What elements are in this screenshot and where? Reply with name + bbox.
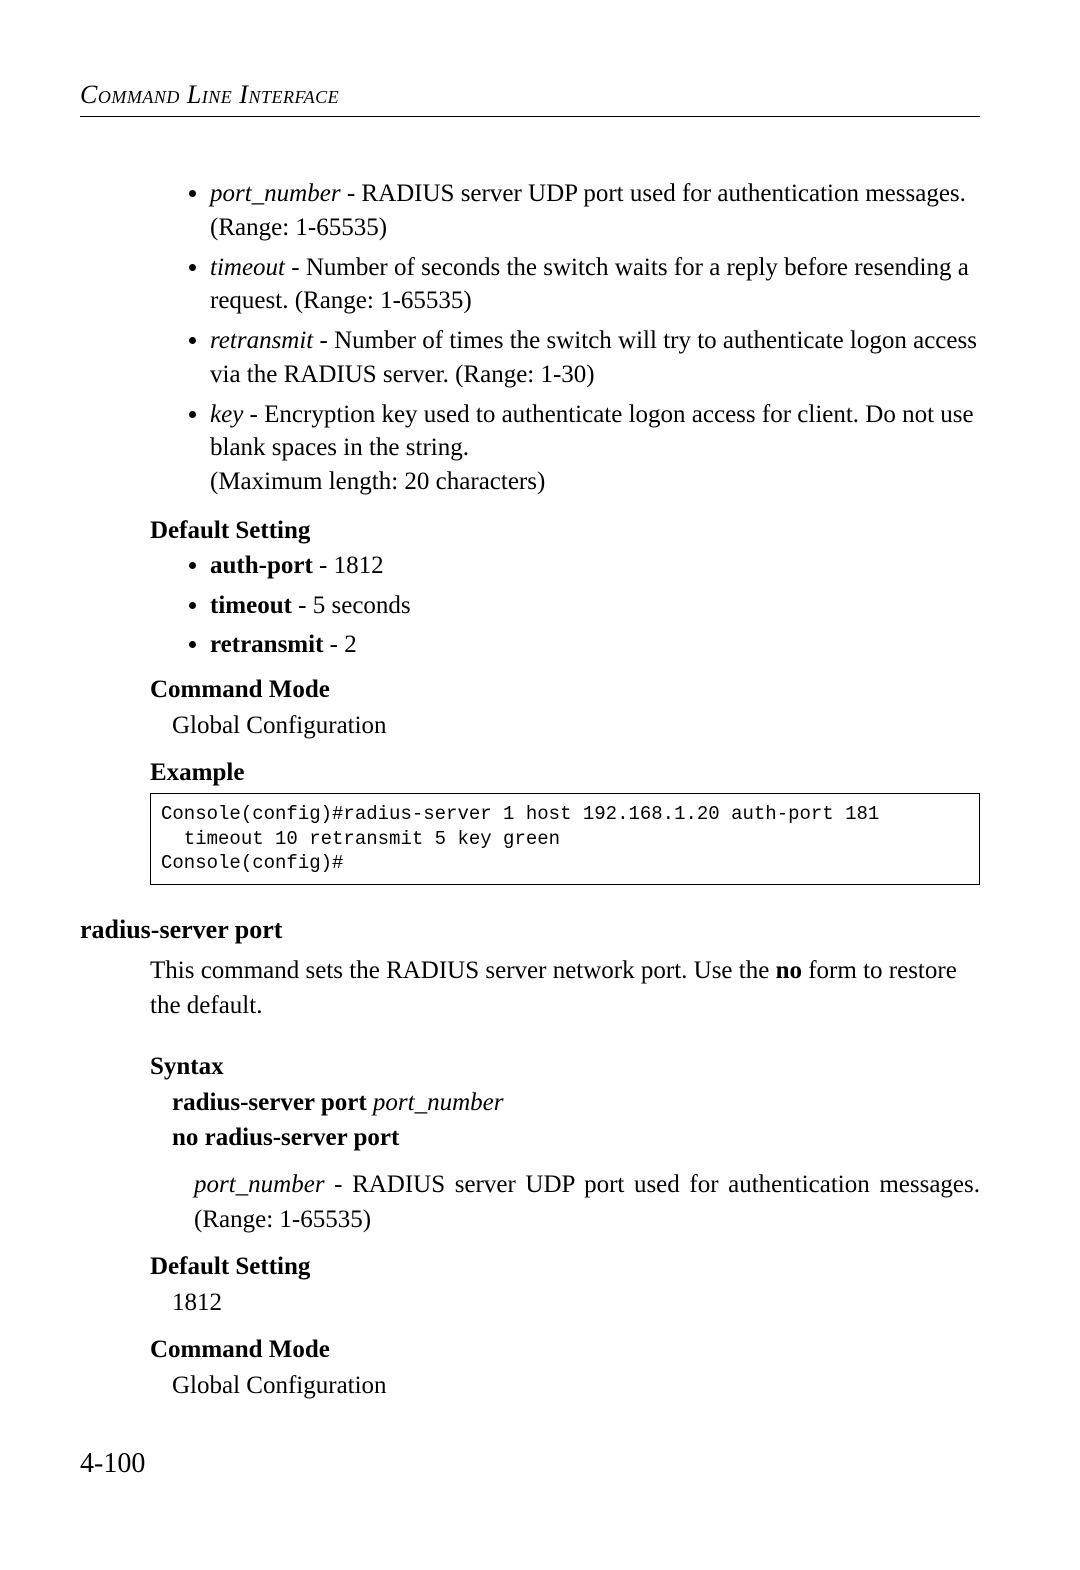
default-name: auth-port [210, 552, 313, 579]
default-setting-label-2: Default Setting [150, 1253, 980, 1281]
param-desc: - Number of seconds the switch waits for… [210, 254, 969, 315]
list-item: timeout - 5 seconds [210, 589, 980, 623]
list-item: timeout - Number of seconds the switch w… [210, 251, 980, 319]
param-name: key [210, 401, 243, 428]
default-value: - 2 [323, 631, 356, 658]
defaults-list: auth-port - 1812 timeout - 5 seconds ret… [150, 549, 980, 662]
section2-body: This command sets the RADIUS server netw… [150, 953, 980, 1403]
default-value-2: 1812 [172, 1285, 980, 1320]
list-item: retransmit - Number of times the switch … [210, 324, 980, 392]
syntax-line: radius-server port port_number [172, 1085, 980, 1120]
default-setting-label: Default Setting [150, 517, 980, 545]
desc-bold: no [776, 957, 802, 984]
desc-text: This command sets the RADIUS server netw… [150, 957, 776, 984]
running-head: Command Line Interface [80, 80, 980, 110]
param-name: retransmit [210, 327, 313, 354]
list-item: key - Encryption key used to authenticat… [210, 398, 980, 499]
header-rule [80, 116, 980, 117]
default-value: - 5 seconds [292, 592, 411, 619]
example-code: Console(config)#radius-server 1 host 192… [150, 793, 980, 885]
command-mode-value: Global Configuration [172, 708, 980, 743]
syntax-arg: port_number [367, 1089, 504, 1116]
parameter-list: port_number - RADIUS server UDP port use… [150, 177, 980, 499]
default-name: retransmit [210, 631, 323, 658]
command-title: radius-server port [80, 915, 980, 945]
command-description: This command sets the RADIUS server netw… [150, 953, 980, 1023]
body: port_number - RADIUS server UDP port use… [150, 177, 980, 885]
param-desc: - Encryption key used to authenticate lo… [210, 401, 974, 496]
command-mode-label: Command Mode [150, 676, 980, 704]
syntax-label: Syntax [150, 1053, 980, 1081]
list-item: port_number - RADIUS server UDP port use… [210, 177, 980, 245]
syntax-arg-desc: port_number - RADIUS server UDP port use… [194, 1167, 980, 1237]
list-item: retransmit - 2 [210, 628, 980, 662]
param-name: port_number [210, 180, 341, 207]
example-label: Example [150, 759, 980, 787]
param-desc: - Number of times the switch will try to… [210, 327, 977, 388]
syntax-line: no radius-server port [172, 1120, 980, 1155]
syntax-cmd: radius-server port [172, 1089, 367, 1116]
list-item: auth-port - 1812 [210, 549, 980, 583]
default-name: timeout [210, 592, 292, 619]
arg-name: port_number [194, 1171, 325, 1198]
command-mode-value-2: Global Configuration [172, 1368, 980, 1403]
page: Command Line Interface port_number - RAD… [0, 0, 1080, 1570]
param-name: timeout [210, 254, 285, 281]
syntax-block: radius-server port port_number no radius… [172, 1085, 980, 1237]
default-value: - 1812 [313, 552, 384, 579]
page-number: 4-100 [80, 1448, 145, 1480]
command-mode-label-2: Command Mode [150, 1336, 980, 1364]
